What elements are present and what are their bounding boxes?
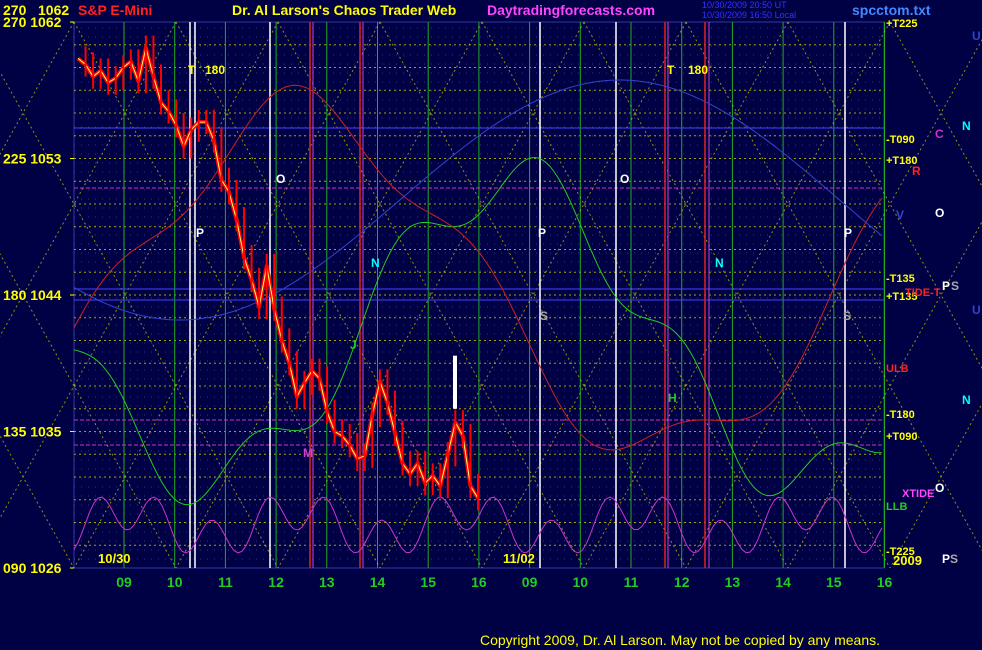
x-tick-label: 15 xyxy=(420,574,436,590)
planet-marker-label: 180 xyxy=(688,63,708,77)
planet-marker-label: P xyxy=(942,279,950,293)
right-edge-label: TIDE-T xyxy=(905,287,941,299)
x-tick-label: 11 xyxy=(624,574,639,590)
x-tick-label: 12 xyxy=(674,574,690,590)
planet-marker-label: P xyxy=(196,226,204,240)
planet-marker-label: O xyxy=(276,172,285,186)
planet-marker-label: J xyxy=(350,338,357,352)
planet-marker-label: R xyxy=(912,164,921,178)
y-axis-label: 180 1044 xyxy=(3,287,62,303)
planet-marker-label: T xyxy=(667,63,675,77)
x-tick-label: 14 xyxy=(775,574,791,590)
x-tick-label: 12 xyxy=(268,574,284,590)
x-tick-label: 11 xyxy=(218,574,233,590)
right-edge-label: LLB xyxy=(886,501,907,513)
header-scale-right: 1062 xyxy=(38,2,70,18)
x-tick-label: 13 xyxy=(725,574,741,590)
planet-marker-label: N xyxy=(371,256,380,270)
timestamp-ut: 10/30/2009 20:50 UT xyxy=(702,0,787,10)
x-tick-label: 16 xyxy=(877,574,893,590)
planet-marker-label: S xyxy=(540,309,548,323)
planet-marker-label: T xyxy=(188,63,196,77)
planet-marker-label: S xyxy=(843,309,851,323)
planet-marker-label: P xyxy=(942,552,950,566)
timestamp-local: 10/30/2009 16:50 Local xyxy=(702,10,797,20)
site-link[interactable]: Daytradingforecasts.com xyxy=(487,2,655,18)
y-axis-label: 225 1053 xyxy=(3,151,62,167)
planet-marker-label: N xyxy=(962,393,971,407)
x-tick-label: 09 xyxy=(116,574,132,590)
planet-marker-label: S xyxy=(950,552,958,566)
right-edge-label: XTIDE xyxy=(902,488,934,500)
right-edge-label: -T090 xyxy=(886,134,915,146)
y-axis-label: 135 1035 xyxy=(3,424,62,440)
planet-marker-label: P xyxy=(844,226,852,240)
planet-marker-label: M xyxy=(303,446,313,460)
right-edge-label: -T180 xyxy=(886,409,915,421)
planet-marker-label: N xyxy=(715,256,724,270)
x-tick-label: 13 xyxy=(319,574,335,590)
x-tick-label: 10 xyxy=(167,574,183,590)
planet-marker-label: O xyxy=(620,172,629,186)
symbol-title: S&P E-Mini xyxy=(78,2,153,18)
header-scale-left: 270 xyxy=(3,2,27,18)
date-label: 11/02 xyxy=(503,551,535,566)
planet-marker-label: O xyxy=(935,481,944,495)
planet-marker-label: O xyxy=(935,206,944,220)
right-edge-label: -T225 xyxy=(886,546,915,558)
planet-marker-label: C xyxy=(935,127,944,141)
x-tick-label: 16 xyxy=(471,574,487,590)
planet-marker-label: N xyxy=(962,119,971,133)
file-name: spcctom.txt xyxy=(852,2,931,18)
planet-marker-label: V xyxy=(896,208,904,222)
chart-title: Dr. Al Larson's Chaos Trader Web xyxy=(232,2,457,18)
x-tick-label: 15 xyxy=(826,574,842,590)
planet-marker-label: P xyxy=(538,226,546,240)
planet-marker-label: U xyxy=(972,29,981,43)
right-edge-label: -T135 xyxy=(886,273,915,285)
planet-marker-label: H xyxy=(668,391,677,405)
chart-canvas: 270 1062225 1053180 1044135 1035090 1026… xyxy=(0,14,982,590)
planet-marker-label: U xyxy=(972,303,981,317)
right-edge-label: +T090 xyxy=(886,431,918,443)
copyright: Copyright 2009, Dr. Al Larson. May not b… xyxy=(480,632,881,648)
x-tick-label: 10 xyxy=(573,574,589,590)
planet-marker-label: 180 xyxy=(205,63,225,77)
x-tick-label: 14 xyxy=(370,574,386,590)
right-edge-label: +T225 xyxy=(886,18,918,30)
right-edge-label: ULB xyxy=(886,363,909,375)
x-tick-label: 09 xyxy=(522,574,538,590)
planet-marker-label: S xyxy=(951,279,959,293)
y-axis-label: 090 1026 xyxy=(3,560,62,576)
date-label: 10/30 xyxy=(98,551,131,566)
